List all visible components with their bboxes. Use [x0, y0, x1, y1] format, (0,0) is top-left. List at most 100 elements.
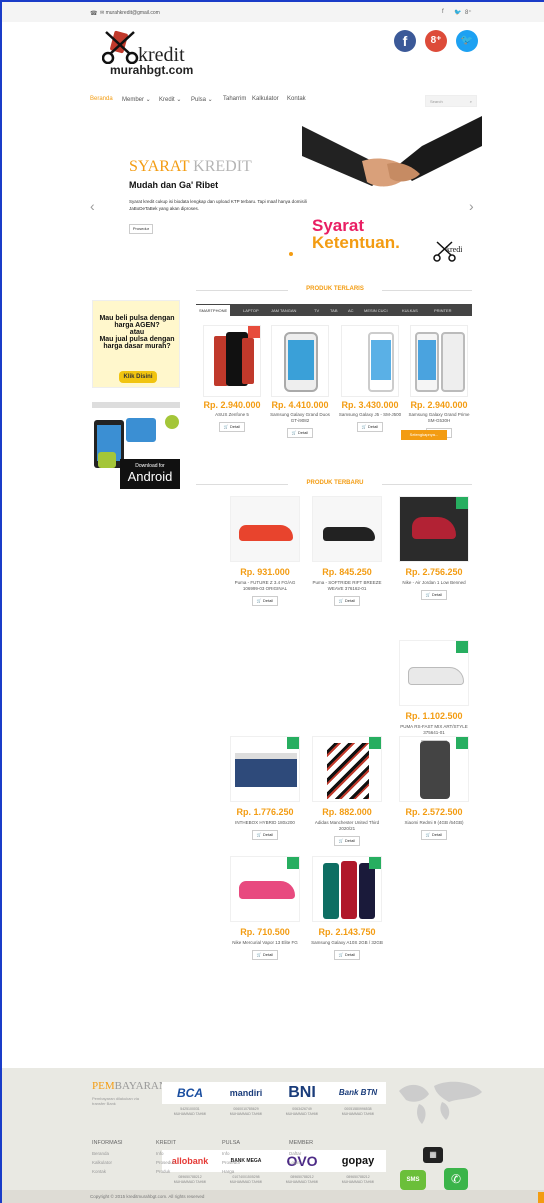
detail-button[interactable]: 🛒 Detail — [334, 596, 360, 606]
footer-link[interactable]: Beranda — [92, 1151, 109, 1156]
product-name[interactable]: Adidas Manchester United Third 2020/21 — [308, 820, 386, 832]
nav-kontak[interactable]: Kontak — [287, 96, 306, 102]
product-name[interactable]: Samsung Galaxy Grand Duos GT-i9082 — [266, 412, 334, 424]
download-android-badge[interactable]: Download for Android — [120, 459, 180, 489]
tab-ac[interactable]: AC — [348, 308, 354, 313]
tab-kulkas[interactable]: KULKAS — [402, 308, 418, 313]
tab-mesin-cuci[interactable]: MESIN CUCI — [364, 308, 388, 313]
product-image[interactable] — [230, 856, 300, 922]
product-name[interactable]: Puma - FUTURE Z 3.4 FG/AG 106999-03 ORIG… — [226, 580, 304, 592]
nav-kalkulator[interactable]: Kalkulator — [252, 96, 279, 102]
footer-link[interactable]: Kontak — [92, 1169, 106, 1174]
search-input[interactable]: Search ⌕ — [425, 95, 477, 107]
product-image[interactable] — [203, 325, 261, 397]
detail-label: Detail — [262, 598, 274, 603]
product-name[interactable]: PUMA RS-FAST MIX ART/STYLE 375641-01 — [395, 724, 473, 736]
tab-laptop[interactable]: LAPTOP — [243, 308, 259, 313]
product-image[interactable] — [410, 325, 468, 397]
facebook-small-icon[interactable]: f — [442, 9, 444, 15]
product-image[interactable] — [399, 496, 469, 562]
product-name[interactable]: Samsung Galaxy A10S 2GB / 32GB — [308, 940, 386, 946]
product-name[interactable]: Puma - SOFTRIDE RIFT BREEZE WEAVE 376162… — [308, 580, 386, 592]
product-image[interactable] — [399, 640, 469, 706]
site-logo[interactable]: kredit murahbgt.com — [98, 30, 193, 78]
detail-button[interactable]: 🛒 Detail — [287, 428, 313, 438]
product-image[interactable] — [399, 736, 469, 802]
product-name[interactable]: Nike - Air Jordan 1 Low Benned — [395, 580, 473, 586]
selengkapnya-button[interactable]: Selengkapnya... — [401, 430, 447, 440]
product-image[interactable] — [230, 496, 300, 562]
detail-button[interactable]: 🛒 Detail — [252, 596, 278, 606]
footer-link[interactable]: Info — [156, 1151, 164, 1156]
search-icon[interactable]: ⌕ — [470, 99, 472, 104]
product-name[interactable]: INTHEBOX HYBRID 180x200 — [226, 820, 304, 826]
detail-button[interactable]: 🛒 Detail — [421, 590, 447, 600]
tab-tv[interactable]: TV — [314, 308, 319, 313]
pulsa-agen-banner[interactable]: Mau beli pulsa dengan harga AGEN? atau Mau… — [92, 300, 180, 388]
product-image[interactable] — [312, 736, 382, 802]
detail-button[interactable]: 🛒 Detail — [252, 830, 278, 840]
twitter-small-icon[interactable]: 🐦 — [454, 9, 461, 16]
email-text[interactable]: ✉ murahkredit@gmail.com — [100, 10, 160, 16]
footer-link[interactable]: Daftar — [289, 1151, 301, 1156]
product-name[interactable]: Samsung Galaxy Grand Prime SM-G530H — [405, 412, 473, 424]
sms-icon[interactable]: SMS — [400, 1170, 426, 1190]
product-image[interactable] — [271, 325, 329, 397]
footer-link[interactable]: Login — [289, 1160, 300, 1165]
footer-link[interactable]: Prosedur — [222, 1160, 240, 1165]
tab-tab[interactable]: TAB — [330, 308, 337, 313]
googleplus-icon[interactable]: 8⁺ — [425, 30, 447, 52]
nav-taharrim[interactable]: Taharrim — [223, 96, 246, 102]
tab-smartphone[interactable]: SMARTPHONE — [196, 305, 231, 316]
nav-pulsa[interactable]: Pulsa ⌄ — [191, 96, 213, 103]
product-image[interactable] — [312, 856, 382, 922]
product-card[interactable]: Rp. 710.500 Nike Mercurial Vapor 13 Elit… — [226, 856, 304, 960]
facebook-icon[interactable]: f — [394, 30, 416, 52]
slider-dot[interactable] — [289, 252, 293, 256]
tab-printer[interactable]: PRINTER — [434, 308, 452, 313]
slider-prev-arrow[interactable]: ‹ — [90, 198, 95, 214]
product-image[interactable] — [312, 496, 382, 562]
product-card[interactable]: Rp. 845.250 Puma - SOFTRIDE RIFT BREEZE … — [308, 496, 386, 606]
product-card[interactable]: Rp. 882.000 Adidas Manchester United Thi… — [308, 736, 386, 846]
product-name[interactable]: Samsung Galaxy J5 - SM-J500 — [336, 412, 404, 418]
twitter-icon[interactable]: 🐦 — [456, 30, 478, 52]
footer-link[interactable]: Produk — [156, 1169, 170, 1174]
footer-link[interactable]: Harga — [222, 1169, 234, 1174]
googleplus-small-icon[interactable]: 8⁺ — [465, 9, 472, 16]
footer-link[interactable]: Prosedur — [156, 1160, 174, 1165]
product-image[interactable] — [341, 325, 399, 397]
detail-button[interactable]: 🛒 Detail — [334, 950, 360, 960]
prosedur-button[interactable]: Prosedur — [129, 224, 153, 234]
detail-button[interactable]: 🛒 Detail — [421, 830, 447, 840]
tab-jam-tangan[interactable]: JAM TANGAN — [271, 308, 296, 313]
product-card[interactable]: Rp. 1.776.250 INTHEBOX HYBRID 180x200 🛒 … — [226, 736, 304, 840]
product-card[interactable]: Rp. 1.102.500 PUMA RS-FAST MIX ART/STYLE… — [395, 640, 473, 750]
detail-button[interactable]: 🛒 Detail — [334, 836, 360, 846]
product-name[interactable]: Xiaomi Redmi 9 (4GB /64GB) — [395, 820, 473, 826]
blackberry-icon[interactable]: ▦ — [423, 1147, 443, 1163]
product-image[interactable] — [230, 736, 300, 802]
footer-link[interactable]: Kalkulator — [92, 1160, 112, 1165]
scroll-top-button[interactable] — [538, 1192, 544, 1203]
product-card[interactable]: Rp. 2.143.750 Samsung Galaxy A10S 2GB / … — [308, 856, 386, 960]
nav-member[interactable]: Member ⌄ — [122, 96, 151, 103]
nav-beranda[interactable]: Beranda — [90, 96, 113, 102]
nav-kredit[interactable]: Kredit ⌄ — [159, 96, 181, 103]
android-banner[interactable]: Download for Android — [92, 402, 180, 490]
product-name[interactable]: ASUS Zenfone 5 — [198, 412, 266, 418]
detail-button[interactable]: 🛒 Detail — [357, 422, 383, 432]
detail-button[interactable]: 🛒 Detail — [252, 950, 278, 960]
product-card[interactable]: Rp. 2.572.500 Xiaomi Redmi 9 (4GB /64GB)… — [395, 736, 473, 840]
product-card[interactable]: Rp. 931.000 Puma - FUTURE Z 3.4 FG/AG 10… — [226, 496, 304, 606]
klik-disini-button[interactable]: Klik Disini — [119, 371, 157, 383]
product-card[interactable]: Rp. 2.756.250 Nike - Air Jordan 1 Low Be… — [395, 496, 473, 600]
product-name[interactable]: Nike Mercurial Vapor 13 Elite FG — [226, 940, 304, 946]
detail-button[interactable]: 🛒 Detail — [219, 422, 245, 432]
product-card[interactable]: Rp. 2.940.000 Samsung Galaxy Grand Prime… — [405, 325, 473, 438]
footer-link[interactable]: Info — [222, 1151, 230, 1156]
product-card[interactable]: Rp. 2.940.000 ASUS Zenfone 5 🛒 Detail — [198, 325, 266, 432]
product-card[interactable]: Rp. 4.410.000 Samsung Galaxy Grand Duos … — [266, 325, 334, 438]
product-card[interactable]: Rp. 3.430.000 Samsung Galaxy J5 - SM-J50… — [336, 325, 404, 432]
phone-call-icon[interactable]: ✆ — [444, 1168, 468, 1190]
